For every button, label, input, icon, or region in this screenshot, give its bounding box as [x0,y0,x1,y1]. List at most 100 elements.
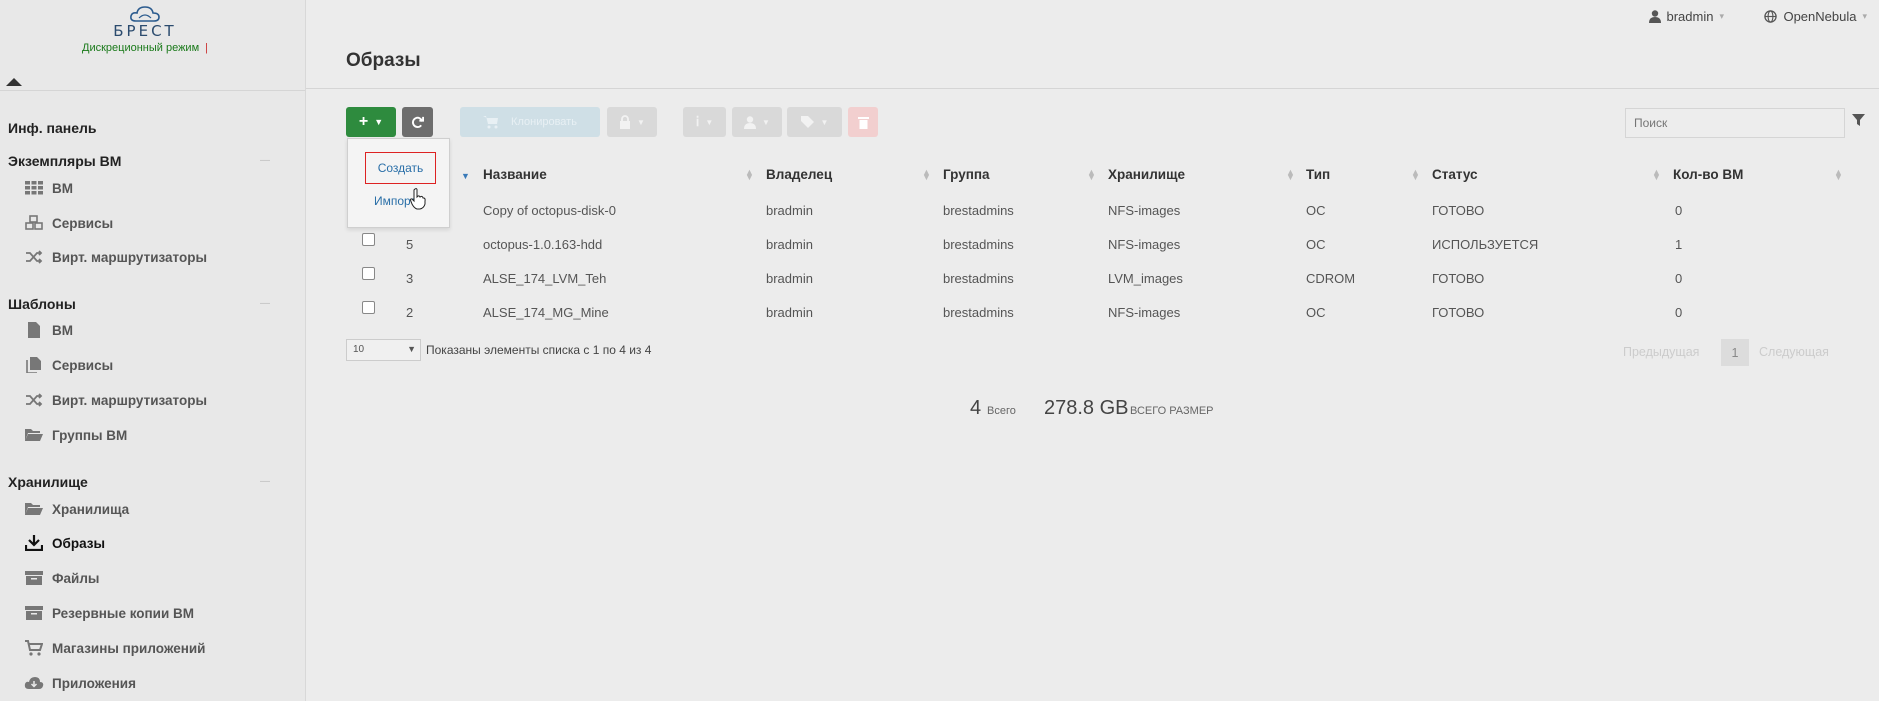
sidebar-item-vm-groups[interactable]: Группы ВМ [24,427,127,443]
total-size: 278.8 GB [1044,397,1129,419]
lock-icon [620,115,631,129]
security-mode: Дискреционный режим | [0,42,290,54]
sidebar-dashboard[interactable]: Инф. панель [8,120,97,136]
collapse-instances-icon[interactable]: — [260,155,270,166]
cell-owner: bradmin [766,237,813,252]
next-page-button[interactable]: Следующая [1759,345,1829,359]
sidebar-item-datastores[interactable]: Хранилища [24,501,129,517]
sidebar-item-vms[interactable]: ВМ [24,180,73,196]
sidebar-item-backups[interactable]: Резервные копии ВМ [24,605,194,621]
sidebar-item-label: Группы ВМ [52,427,128,443]
cell-id: 3 [406,271,414,286]
sidebar-item-vrouter-templates[interactable]: Вирт. маршрутизаторы [24,392,207,408]
collapse-sidebar-icon[interactable] [6,78,22,86]
page-size-select[interactable]: 10 ▼ [346,339,421,361]
cell-status: ГОТОВО [1432,305,1485,320]
sidebar-section-storage[interactable]: Хранилище [8,474,88,490]
logo-name: БРЕСТ [113,22,177,40]
info-button[interactable]: ⅰ ▼ [683,107,726,137]
sort-icon[interactable]: ▲ ▼ [922,168,931,182]
collapse-storage-icon[interactable]: — [260,476,270,487]
sort-icon[interactable]: ▲ ▼ [1834,168,1843,182]
sidebar-item-marketplaces[interactable]: Магазины приложений [24,640,205,656]
sidebar-item-label: Хранилища [52,501,130,517]
chevron-down-icon: ▾ [1719,11,1724,21]
previous-page-button[interactable]: Предыдущая [1623,345,1699,359]
shuffle-icon [24,392,44,408]
cell-name[interactable]: ALSE_174_LVM_Teh [483,271,606,286]
sidebar-item-label: Сервисы [52,215,114,231]
owner-button[interactable]: ▼ [732,107,782,137]
cart-icon [483,116,499,129]
col-header-vms[interactable]: Кол-во ВМ [1673,167,1743,182]
shuffle-icon [24,249,44,265]
row-checkbox[interactable] [362,267,375,280]
sidebar-item-files[interactable]: Файлы [24,570,99,586]
cell-owner: bradmin [766,203,813,218]
cell-type: ОС [1306,237,1326,252]
col-header-status[interactable]: Статус [1432,167,1478,182]
info-icon: ⅰ [695,114,700,129]
cloud-logo-icon [130,6,160,22]
sidebar-item-services[interactable]: Сервисы [24,215,113,231]
row-checkbox[interactable] [362,301,375,314]
filter-icon[interactable] [1852,114,1865,127]
sidebar-section-instances[interactable]: Экземпляры ВМ [8,153,121,169]
cell-group: brestadmins [943,237,1014,252]
cell-status: ГОТОВО [1432,271,1485,286]
add-button[interactable]: + ▼ [346,107,396,137]
sidebar-section-templates[interactable]: Шаблоны [8,296,76,312]
user-icon [744,115,757,129]
current-page-button[interactable]: 1 [1721,339,1749,366]
collapse-templates-icon[interactable]: — [260,298,270,309]
search-input[interactable] [1625,108,1845,138]
total-count: 4 [970,397,982,419]
cell-name[interactable]: octopus-1.0.163-hdd [483,237,602,252]
cell-name[interactable]: Copy of octopus-disk-0 [483,203,616,218]
sidebar-item-apps[interactable]: Приложения [24,675,136,691]
clone-button[interactable]: Клонировать [460,107,600,137]
hand-cursor-icon [410,188,426,210]
sidebar-item-images[interactable]: Образы [24,535,105,551]
sort-icon[interactable]: ▲ ▼ [1411,168,1420,182]
cell-owner: bradmin [766,305,813,320]
create-menu-item[interactable]: Создать [365,152,436,184]
delete-button[interactable] [848,107,878,137]
col-header-datastore[interactable]: Хранилище [1108,167,1185,182]
zone-menu[interactable]: OpenNebula ▾ [1764,9,1867,24]
row-checkbox[interactable] [362,233,375,246]
user-menu[interactable]: bradmin ▾ [1648,9,1724,24]
lock-button[interactable]: ▼ [607,107,657,137]
refresh-icon [412,116,424,128]
col-header-type[interactable]: Тип [1306,167,1330,182]
col-header-name[interactable]: Название [483,167,547,182]
add-dropdown-menu: Создать Импорт [347,138,450,228]
archive-icon [24,605,44,621]
col-header-group[interactable]: Группа [943,167,990,182]
logo[interactable]: БРЕСТ Дискреционный режим | [0,4,290,54]
zone-name: OpenNebula [1783,9,1857,24]
sidebar-item-label: Образы [52,535,105,551]
folder-open-icon [24,427,44,443]
cell-vms: 1 [1675,237,1683,252]
chevron-down-icon: ▼ [637,117,645,127]
sort-icon[interactable]: ▲ ▼ [745,168,754,182]
sort-icon[interactable]: ▲ ▼ [1652,168,1661,182]
cell-name[interactable]: ALSE_174_MG_Mine [483,305,609,320]
sidebar-item-service-templates[interactable]: Сервисы [24,357,113,373]
sidebar-item-vm-templates[interactable]: ВМ [24,322,73,338]
sort-icon[interactable]: ▲ ▼ [1087,168,1096,182]
tags-icon [800,115,814,128]
labels-button[interactable]: ▼ [787,107,842,137]
sort-icon[interactable]: ▲ ▼ [1286,168,1295,182]
col-header-owner[interactable]: Владелец [766,167,832,182]
file-icon [24,322,44,338]
sidebar-item-label: ВМ [52,322,73,338]
chevron-down-icon: ▼ [762,117,770,127]
refresh-button[interactable] [402,107,433,137]
cell-datastore: NFS-images [1108,203,1181,218]
total-size-label: ВСЕГО РАЗМЕР [1130,405,1214,417]
sidebar-item-vrouters[interactable]: Вирт. маршрутизаторы [24,249,207,265]
trash-icon [857,116,869,129]
sort-desc-icon[interactable]: ▼ [461,172,470,181]
